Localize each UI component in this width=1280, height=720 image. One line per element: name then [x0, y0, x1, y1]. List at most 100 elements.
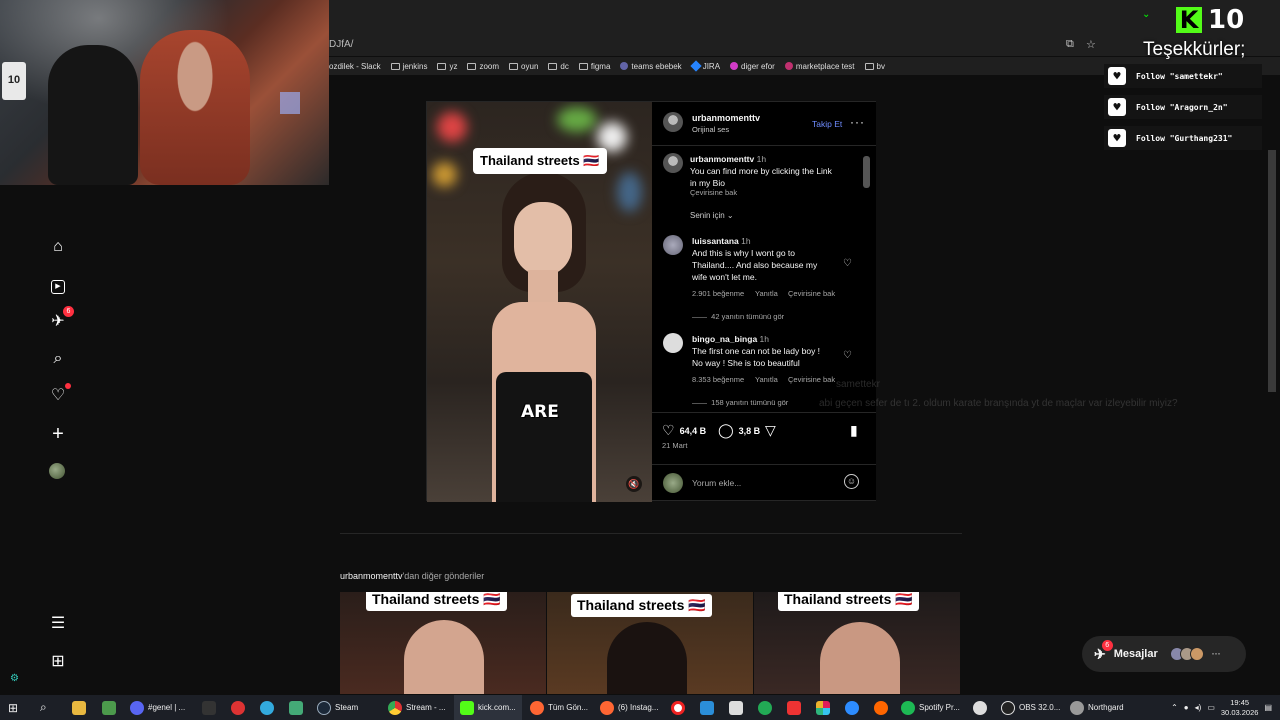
- apps-grid-icon[interactable]: ⊞: [48, 652, 68, 672]
- search-button[interactable]: ⌕: [40, 695, 47, 720]
- taskbar-chrome[interactable]: Stream - ...: [388, 695, 446, 720]
- bookmark-slack[interactable]: ozdilek - Slack: [329, 62, 381, 71]
- mute-icon[interactable]: 🔇: [626, 476, 642, 492]
- bookmark-diger-efor[interactable]: diger efor: [730, 62, 775, 71]
- view-replies[interactable]: —— 158 yanıtın tümünü gör: [692, 398, 788, 407]
- taskbar-epic[interactable]: [202, 695, 216, 720]
- commenter-avatar[interactable]: [663, 235, 683, 255]
- speaker-icon[interactable]: ◂): [1195, 703, 1202, 712]
- like-comment-icon[interactable]: ♡: [843, 258, 852, 269]
- translate-button[interactable]: Çevirisine bak: [788, 289, 835, 298]
- more-post-thumb[interactable]: Thailand streets 🇹🇭: [547, 592, 753, 694]
- follow-button[interactable]: Takip Et: [812, 119, 842, 129]
- taskbar-firefox-instagram[interactable]: (6) Instag...: [600, 695, 658, 720]
- notification-dot: [65, 383, 71, 389]
- create-icon[interactable]: +: [48, 424, 68, 444]
- search-icon[interactable]: ⌕: [48, 349, 68, 369]
- page-scrollbar[interactable]: [1268, 150, 1276, 392]
- network-icon[interactable]: ▭: [1207, 703, 1215, 712]
- taskbar-app[interactable]: [816, 695, 830, 720]
- caption-avatar[interactable]: [663, 153, 683, 173]
- bookmark-bv[interactable]: bv: [864, 62, 885, 71]
- start-button[interactable]: ⊞: [8, 695, 18, 720]
- taskbar-spotify[interactable]: Spotify Pr...: [901, 695, 960, 720]
- menu-icon[interactable]: ☰: [48, 614, 68, 634]
- taskbar-explorer[interactable]: [72, 695, 86, 720]
- taskbar-vscode[interactable]: [700, 695, 714, 720]
- bookmark-marketplace[interactable]: marketplace test: [784, 62, 855, 71]
- bookmark-star-icon[interactable]: ☆: [1086, 38, 1098, 51]
- bookmark-dc[interactable]: dc: [548, 62, 569, 71]
- taskbar-discord[interactable]: #genel | ...: [130, 695, 185, 720]
- taskbar-app[interactable]: [260, 695, 274, 720]
- view-replies[interactable]: —— 42 yanıtın tümünü gör: [692, 312, 784, 321]
- microphone-icon[interactable]: ●: [1184, 703, 1189, 712]
- chevron-down-icon[interactable]: ⌄: [1142, 9, 1150, 20]
- comment-button[interactable]: ◯ 3,8 B: [718, 422, 760, 439]
- caption-translate[interactable]: Çevirisine bak: [690, 188, 737, 197]
- notifications-icon[interactable]: ♡: [48, 383, 71, 406]
- taskbar-app[interactable]: [729, 695, 743, 720]
- clock[interactable]: 19:45 30.03.2026: [1221, 698, 1259, 718]
- share-icon: ▽: [765, 422, 776, 438]
- taskbar-notepad[interactable]: [102, 695, 116, 720]
- webcam-chair: [48, 45, 138, 185]
- comment-likes[interactable]: 8.353 beğenme: [692, 375, 744, 384]
- more-post-thumb[interactable]: Thailand streets 🇹🇭: [754, 592, 960, 694]
- bookmark-label: ozdilek - Slack: [329, 61, 381, 71]
- audio-label[interactable]: Orijinal ses: [692, 125, 729, 134]
- install-app-icon[interactable]: ⧉: [1066, 38, 1078, 50]
- taskbar-app[interactable]: [289, 695, 303, 720]
- address-bar[interactable]: DJfA/ ⧉ ☆: [329, 34, 1280, 56]
- translate-button[interactable]: Çevirisine bak: [788, 375, 835, 384]
- bookmark-zoom[interactable]: zoom: [467, 62, 499, 71]
- taskbar-app[interactable]: [231, 695, 245, 720]
- taskbar-kick[interactable]: kick.com...: [454, 695, 522, 720]
- taskbar-zoom[interactable]: [845, 695, 859, 720]
- messages-icon[interactable]: ✈ 6: [48, 306, 74, 332]
- reels-icon[interactable]: ▶: [48, 274, 68, 294]
- add-comment-input[interactable]: Yorum ekle...: [692, 478, 741, 488]
- share-button[interactable]: ▽: [765, 422, 776, 439]
- bookmark-jenkins[interactable]: jenkins: [390, 62, 427, 71]
- taskbar-firefox[interactable]: Tüm Gön...: [530, 695, 588, 720]
- home-icon[interactable]: ⌂: [48, 237, 68, 257]
- bookmark-oyun[interactable]: oyun: [509, 62, 538, 71]
- bookmark-figma[interactable]: figma: [578, 62, 610, 71]
- notification-center-icon[interactable]: ▤: [1264, 703, 1272, 712]
- more-options-icon[interactable]: ···: [850, 115, 865, 129]
- more-post-thumb[interactable]: Thailand streets 🇹🇭: [340, 592, 546, 694]
- messages-pill[interactable]: ✈ 6 Mesajlar ···: [1082, 636, 1246, 672]
- taskbar-app[interactable]: [758, 695, 772, 720]
- chevron-up-icon[interactable]: ⌃: [1171, 703, 1178, 712]
- like-button[interactable]: ♡ 64,4 B: [662, 422, 706, 439]
- reply-button[interactable]: Yanıtla: [755, 375, 778, 384]
- save-button[interactable]: ▮: [850, 422, 858, 439]
- more-posts-user[interactable]: urbanmomenttv: [340, 571, 403, 581]
- author-avatar[interactable]: [663, 112, 683, 132]
- comment-username[interactable]: bingo_na_binga: [692, 334, 757, 344]
- like-comment-icon[interactable]: ♡: [843, 350, 852, 361]
- comment-likes[interactable]: 2.901 beğenme: [692, 289, 744, 298]
- reply-button[interactable]: Yanıtla: [755, 289, 778, 298]
- bookmark-jira[interactable]: JIRA: [690, 60, 720, 72]
- taskbar-northgard[interactable]: Northgard: [1070, 695, 1124, 720]
- gear-icon[interactable]: ⚙: [10, 673, 19, 684]
- author-username[interactable]: urbanmomenttv: [692, 113, 760, 123]
- taskbar-opera[interactable]: [671, 695, 685, 720]
- comments-scrollbar[interactable]: [863, 156, 870, 188]
- sort-dropdown[interactable]: Senin için ⌄: [690, 211, 734, 220]
- taskbar-app[interactable]: [787, 695, 801, 720]
- caption-username[interactable]: urbanmomenttv: [690, 154, 754, 164]
- comment-username[interactable]: luissantana: [692, 236, 739, 246]
- taskbar-steam[interactable]: Steam: [317, 695, 358, 720]
- profile-avatar[interactable]: [49, 463, 65, 479]
- bookmark-yz[interactable]: yz: [437, 62, 457, 71]
- taskbar-app[interactable]: [874, 695, 888, 720]
- bookmark-teams[interactable]: teams ebebek: [620, 62, 682, 71]
- taskbar-obs[interactable]: OBS 32.0...: [1001, 695, 1060, 720]
- taskbar-app[interactable]: [973, 695, 987, 720]
- emoji-icon[interactable]: ☺: [844, 474, 859, 489]
- reel-video[interactable]: Thailand streets 🇹🇭 ARE 🔇: [427, 102, 652, 502]
- commenter-avatar[interactable]: [663, 333, 683, 353]
